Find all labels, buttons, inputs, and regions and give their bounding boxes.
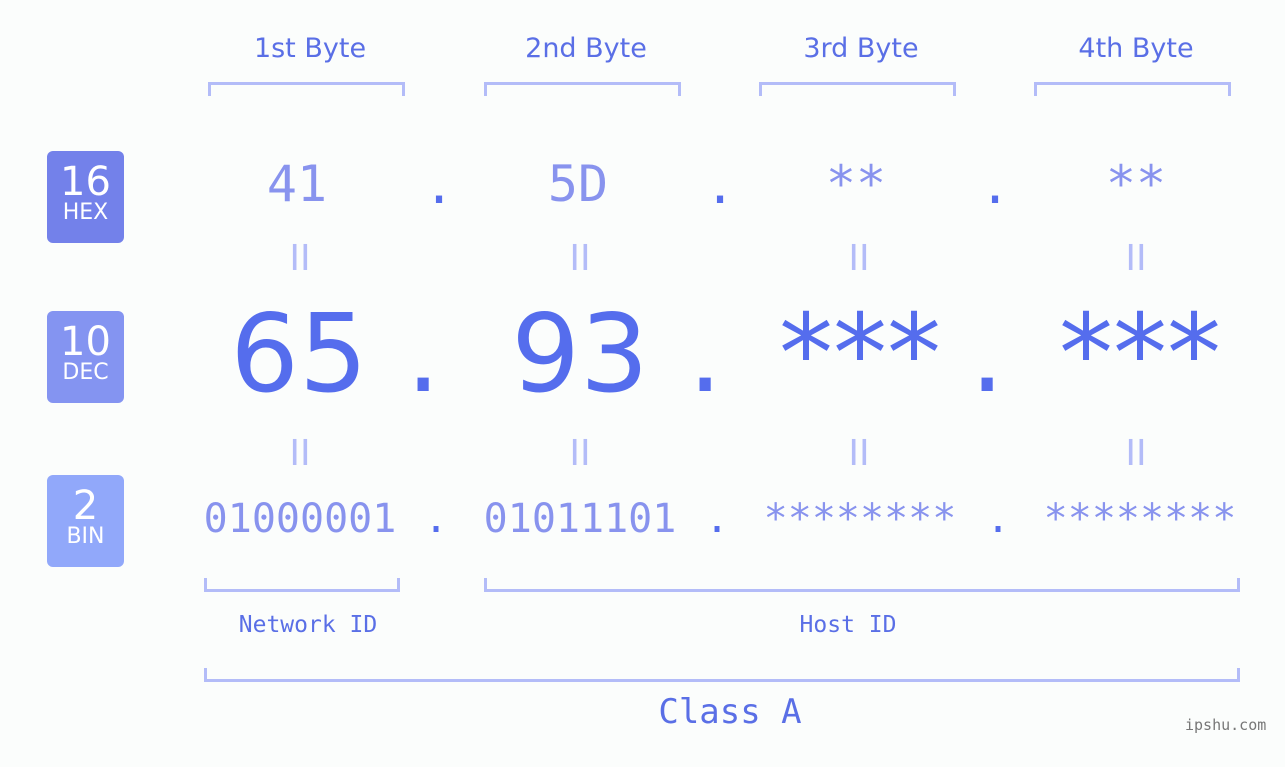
hex-octet-1: 41	[266, 155, 328, 213]
footer-watermark: ipshu.com	[1185, 716, 1267, 734]
class-label: Class A	[658, 692, 802, 732]
bin-octet-2: 01011101	[483, 496, 677, 542]
dec-separator: .	[406, 292, 441, 417]
bin-separator: .	[424, 496, 449, 542]
bin-separator: .	[705, 496, 730, 542]
bin-octet-3: ********	[763, 496, 957, 542]
bin-octet-4: ********	[1043, 496, 1237, 542]
byte-header-3: 3rd Byte	[803, 33, 919, 64]
byte-bracket-3	[759, 82, 956, 96]
equals-sign: II	[289, 238, 311, 279]
hex-separator: .	[705, 157, 736, 215]
equals-sign: II	[569, 433, 591, 474]
equals-sign: II	[569, 238, 591, 279]
hex-badge-base: 16	[60, 159, 111, 205]
byte-header-4: 4th Byte	[1078, 33, 1194, 64]
equals-sign: II	[289, 433, 311, 474]
hex-badge: 16 HEX	[47, 151, 124, 243]
bin-octet-1: 01000001	[203, 496, 397, 542]
dec-octet-3: ***	[779, 292, 941, 417]
dec-badge: 10 DEC	[47, 311, 124, 403]
class-bracket	[204, 668, 1240, 682]
network-id-bracket	[204, 578, 400, 592]
bin-badge: 2 BIN	[47, 475, 124, 567]
dec-separator: .	[970, 292, 1005, 417]
hex-separator: .	[980, 157, 1011, 215]
bin-badge-base: 2	[72, 483, 99, 529]
dec-octet-2: 93	[511, 292, 649, 417]
byte-header-1: 1st Byte	[253, 33, 367, 64]
host-id-bracket	[484, 578, 1240, 592]
bin-separator: .	[986, 496, 1011, 542]
dec-octet-4: ***	[1059, 292, 1221, 417]
host-id-label: Host ID	[799, 612, 897, 638]
byte-bracket-2	[484, 82, 681, 96]
hex-octet-4: **	[1105, 155, 1167, 213]
network-id-label: Network ID	[238, 612, 378, 638]
equals-sign: II	[1125, 433, 1147, 474]
hex-octet-2: 5D	[547, 155, 609, 213]
equals-sign: II	[848, 238, 870, 279]
bin-badge-label: BIN	[66, 524, 105, 549]
byte-header-2: 2nd Byte	[525, 33, 647, 64]
byte-bracket-1	[208, 82, 405, 96]
dec-badge-label: DEC	[62, 360, 109, 385]
equals-sign: II	[1125, 238, 1147, 279]
hex-separator: .	[424, 157, 455, 215]
dec-octet-1: 65	[230, 292, 368, 417]
byte-bracket-4	[1034, 82, 1231, 96]
hex-octet-3: **	[825, 155, 887, 213]
hex-badge-label: HEX	[62, 200, 109, 225]
dec-separator: .	[688, 292, 723, 417]
dec-badge-base: 10	[60, 319, 111, 365]
equals-sign: II	[848, 433, 870, 474]
